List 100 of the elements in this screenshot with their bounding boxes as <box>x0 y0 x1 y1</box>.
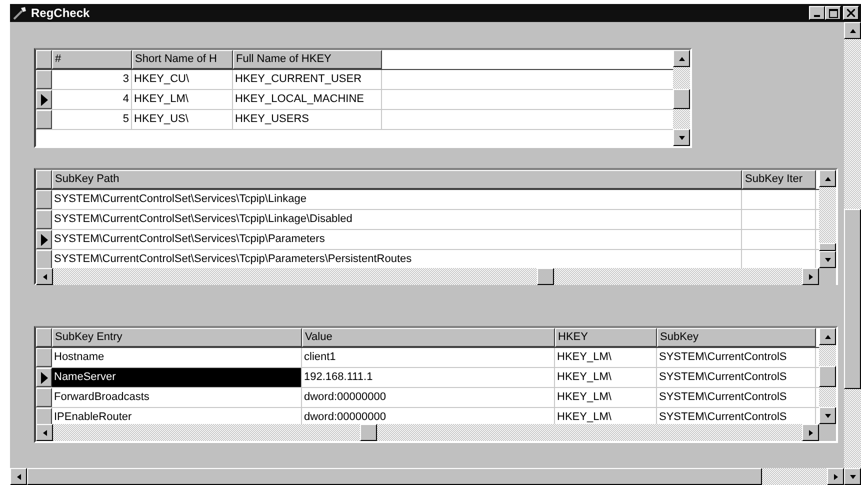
table-cell: SYSTEM\CurrentControlS <box>657 388 816 407</box>
up-arrow-icon <box>678 54 686 62</box>
left-arrow-icon <box>14 472 22 480</box>
table-cell: ForwardBroadcasts <box>52 388 302 407</box>
table-cell: SYSTEM\CurrentControlSet\Services\Tcpip\Linkage\Disabled <box>52 210 742 229</box>
row-indicator[interactable] <box>36 388 52 407</box>
table-cell: HKEY_CURRENT_USER <box>233 70 382 89</box>
table-cell: SYSTEM\CurrentControlSet\Services\Tcpip\Parameters <box>52 230 742 249</box>
row-indicator[interactable] <box>36 348 52 367</box>
data-grid[interactable] <box>34 168 838 285</box>
down-arrow-icon <box>678 134 686 142</box>
row-indicator-header <box>36 50 52 69</box>
row-indicator[interactable] <box>36 230 52 249</box>
data-grid[interactable]: # Short Name of H Full Name of HKEY 3 HKEY_CU\ HKEY_CURRENT_USER 4 HKEY_LM\ HKEY_LOCAL_MACHINE 5 HKEY_US\ HKEY_USERS <box>34 48 692 148</box>
right-arrow-icon <box>832 472 840 480</box>
column-header[interactable]: SubKey Entry <box>52 328 302 347</box>
row-indicator[interactable] <box>36 368 52 387</box>
table-cell: Hostname <box>52 348 302 367</box>
horizontal-scrollbar[interactable] <box>36 424 836 441</box>
table-cell: 4 <box>52 90 132 109</box>
up-arrow-icon <box>824 332 832 340</box>
table-cell: NameServer <box>52 368 302 387</box>
scroll-thumb[interactable] <box>537 268 554 285</box>
table-cell: 3 <box>52 70 132 89</box>
current-row-icon <box>40 94 48 106</box>
row-indicator[interactable] <box>36 90 52 109</box>
table-cell: 192.168.111.1 <box>302 368 555 387</box>
column-header[interactable]: Value <box>302 328 555 347</box>
table-cell: client1 <box>302 348 555 367</box>
up-arrow-icon <box>824 174 832 182</box>
current-row-icon <box>40 234 48 246</box>
horizontal-scrollbar[interactable] <box>36 268 836 285</box>
scroll-thumb[interactable] <box>819 243 836 251</box>
left-arrow-icon <box>40 428 48 436</box>
row-indicator[interactable] <box>36 110 52 129</box>
down-arrow-icon <box>824 412 832 420</box>
maximize-button[interactable] <box>825 6 841 20</box>
table-cell: SYSTEM\CurrentControlS <box>657 368 816 387</box>
row-indicator[interactable] <box>36 408 52 424</box>
table-cell: SYSTEM\CurrentControlSet\Services\Tcpip\Linkage <box>52 190 742 209</box>
current-row-icon <box>40 372 48 384</box>
vertical-scrollbar[interactable] <box>819 328 836 424</box>
column-header[interactable]: SubKey Iter <box>742 170 816 189</box>
scroll-thumb[interactable] <box>673 89 690 109</box>
row-indicator[interactable] <box>36 190 52 209</box>
scroll-up-button[interactable] <box>673 50 690 67</box>
down-arrow-icon <box>848 472 856 480</box>
table-cell: HKEY_LOCAL_MACHINE <box>233 90 382 109</box>
table-cell: HKEY_LM\ <box>555 388 657 407</box>
scroll-up-button[interactable] <box>819 170 836 187</box>
right-arrow-icon <box>806 272 814 280</box>
scroll-thumb[interactable] <box>819 366 836 387</box>
scroll-down-button[interactable] <box>819 251 836 268</box>
scroll-right-button[interactable] <box>802 268 819 285</box>
scroll-right-button[interactable] <box>827 468 844 485</box>
column-header[interactable]: # <box>52 50 132 69</box>
window-vertical-scrollbar[interactable] <box>844 22 861 485</box>
scroll-left-button[interactable] <box>10 468 27 485</box>
table-cell: HKEY_LM\ <box>555 348 657 367</box>
down-arrow-icon <box>824 256 832 264</box>
column-header[interactable]: Short Name of H <box>132 50 233 69</box>
left-arrow-icon <box>40 272 48 280</box>
scroll-thumb[interactable] <box>360 424 377 441</box>
vertical-scrollbar[interactable] <box>819 170 836 268</box>
wand-icon <box>13 6 27 20</box>
data-grid[interactable] <box>34 326 838 443</box>
column-header[interactable]: SubKey <box>657 328 816 347</box>
scroll-up-button[interactable] <box>819 328 836 345</box>
minimize-button[interactable] <box>809 6 825 20</box>
close-button[interactable] <box>843 6 859 20</box>
row-indicator-header <box>36 328 52 347</box>
row-indicator[interactable] <box>36 70 52 89</box>
row-indicator[interactable] <box>36 250 52 268</box>
scroll-down-button[interactable] <box>819 407 836 424</box>
row-indicator[interactable] <box>36 210 52 229</box>
table-cell: HKEY_CU\ <box>132 70 233 89</box>
table-cell: SYSTEM\CurrentControlS <box>657 348 816 367</box>
scroll-down-button[interactable] <box>673 129 690 146</box>
scroll-left-button[interactable] <box>36 268 53 285</box>
scroll-thumb[interactable] <box>844 209 861 389</box>
column-header[interactable]: HKEY <box>555 328 657 347</box>
table-cell: HKEY_US\ <box>132 110 233 129</box>
window-title: RegCheck <box>31 6 91 20</box>
scroll-right-button[interactable] <box>802 424 819 441</box>
scroll-left-button[interactable] <box>36 424 53 441</box>
table-cell: HKEY_LM\ <box>132 90 233 109</box>
scroll-up-button[interactable] <box>844 22 861 39</box>
table-cell: 5 <box>52 110 132 129</box>
table-cell: HKEY_USERS <box>233 110 382 129</box>
scroll-down-button[interactable] <box>844 468 861 485</box>
column-header[interactable]: SubKey Path <box>52 170 742 189</box>
vertical-scrollbar[interactable] <box>673 50 690 146</box>
maximize-icon <box>828 8 838 18</box>
close-icon <box>847 9 855 17</box>
table-cell: HKEY_LM\ <box>555 368 657 387</box>
right-arrow-icon <box>806 428 814 436</box>
row-indicator-header <box>36 170 52 189</box>
up-arrow-icon <box>848 26 856 34</box>
table-cell: dword:00000000 <box>302 388 555 407</box>
column-header[interactable]: Full Name of HKEY <box>233 50 382 69</box>
